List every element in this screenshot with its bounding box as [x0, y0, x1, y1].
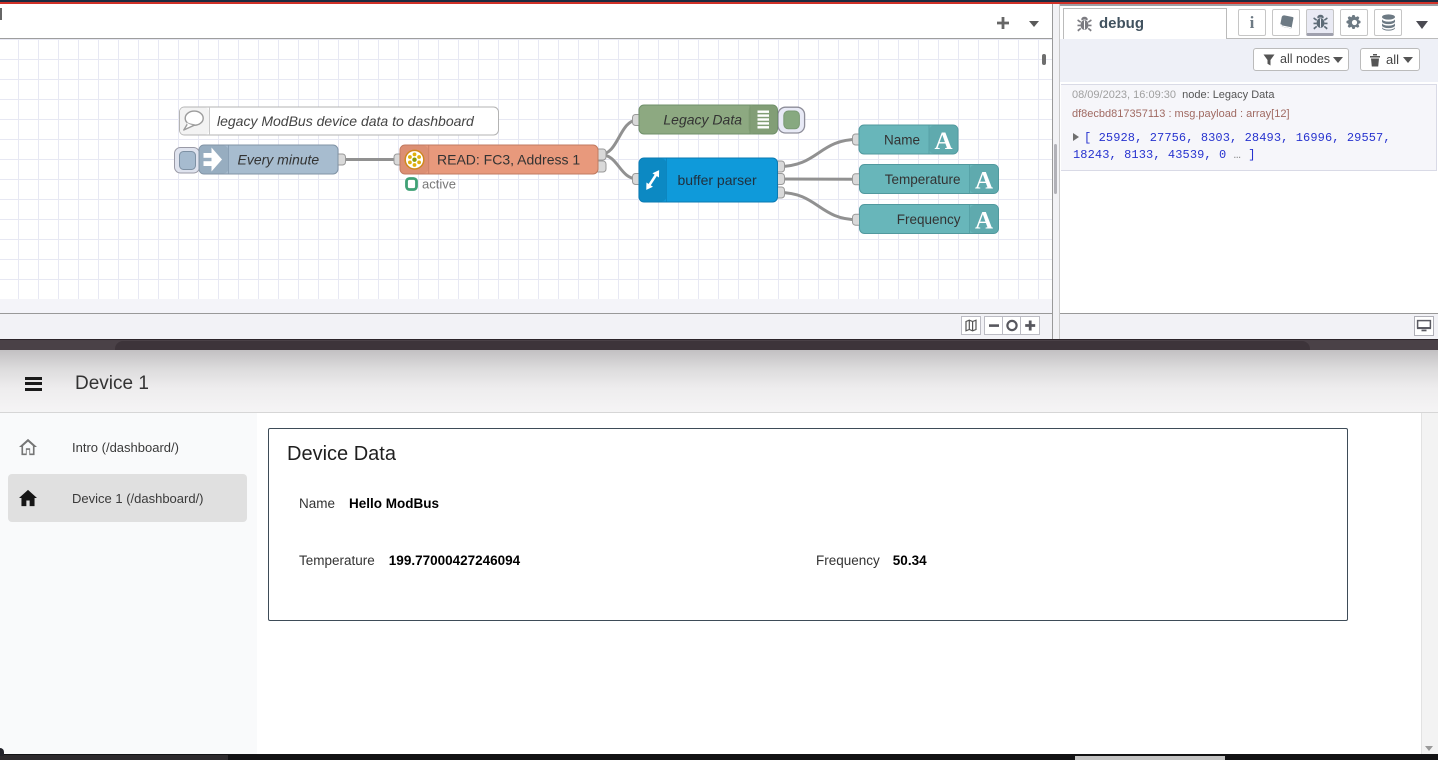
svg-text:READ: FC3, Address 1: READ: FC3, Address 1 [437, 152, 580, 168]
svg-text:A: A [934, 128, 952, 155]
svg-text:buffer parser: buffer parser [678, 172, 757, 188]
svg-text:Name: Name [884, 133, 920, 148]
svg-text:A: A [975, 168, 993, 195]
svg-text:Frequency: Frequency [897, 212, 961, 227]
svg-text:Temperature: Temperature [885, 172, 961, 187]
svg-text:Legacy Data: Legacy Data [663, 112, 742, 128]
svg-text:A: A [975, 208, 993, 235]
svg-text:Every minute: Every minute [238, 152, 320, 168]
svg-text:active: active [422, 177, 456, 192]
svg-text:legacy ModBus device data to d: legacy ModBus device data to dashboard [217, 113, 475, 129]
